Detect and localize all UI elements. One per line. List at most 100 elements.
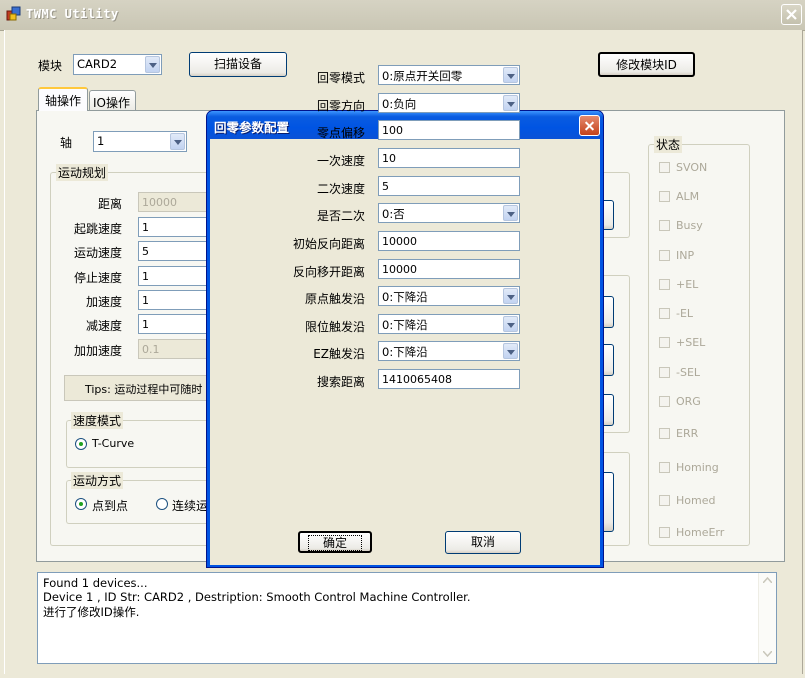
cancel-button[interactable]: 取消	[445, 531, 521, 554]
chevron-down-icon[interactable]	[503, 95, 518, 111]
chevron-down-icon[interactable]	[145, 56, 160, 73]
axis-select[interactable]: 1	[93, 131, 187, 152]
jerk-value: 0.1	[142, 343, 160, 356]
dialog-row-label: 二次速度	[316, 182, 365, 196]
log-line: Device 1 , ID Str: CARD2 , Destription: …	[43, 590, 471, 604]
dialog-row-select[interactable]: 0:下降沿	[378, 314, 520, 334]
dialog-row-select[interactable]: 0:负向	[378, 93, 520, 113]
distance-field[interactable]: 10000	[138, 192, 208, 212]
status-label: +EL	[676, 278, 699, 291]
stop-speed-field[interactable]: 1	[138, 266, 208, 286]
tips-box: Tips: 运动过程中可随时	[64, 375, 214, 401]
status-checkbox[interactable]	[659, 337, 670, 348]
module-select-value: CARD2	[77, 57, 118, 71]
log-line: 进行了修改ID操作.	[43, 605, 140, 619]
run-speed-value: 5	[142, 245, 149, 258]
dialog-row-select[interactable]: 0:原点开关回零	[378, 65, 520, 85]
scroll-up-icon[interactable]	[763, 577, 772, 583]
tips-text: Tips: 运动过程中可随时	[85, 383, 203, 396]
dialog-row-label: 零点偏移	[316, 126, 365, 140]
status-label: -SEL	[676, 366, 701, 379]
main-titlebar: TWMC Utility	[0, 0, 805, 31]
stop-speed-label: 停止速度	[73, 271, 122, 285]
deceleration-value: 1	[142, 318, 149, 331]
dialog-row-field[interactable]: 5	[378, 176, 520, 196]
dialog-row-label: 限位触发沿	[304, 320, 365, 334]
dialog-row-select[interactable]: 0:否	[378, 203, 520, 223]
dialog-row-field[interactable]: 10	[378, 148, 520, 168]
home-config-dialog: 回零参数配置 回零模式 0:原点开关回零 回零方向 0:负向 零点偏移 100 一次速度 10…	[206, 65, 604, 568]
dialog-close-button[interactable]	[579, 115, 600, 136]
dialog-row-value: 0:否	[382, 207, 405, 221]
axis-label: 轴	[60, 136, 73, 150]
status-checkbox[interactable]	[659, 462, 670, 473]
jerk-field[interactable]: 0.1	[138, 339, 208, 359]
dialog-row-field[interactable]: 10000	[378, 231, 520, 251]
status-label: Homing	[676, 461, 719, 474]
deceleration-field[interactable]: 1	[138, 314, 208, 334]
tab-axis[interactable]: 轴操作	[38, 87, 88, 111]
close-button[interactable]	[781, 4, 802, 25]
status-checkbox[interactable]	[659, 250, 670, 261]
motion-mode-title: 运动方式	[71, 472, 124, 489]
log-scrollbar[interactable]	[758, 573, 776, 663]
tab-io[interactable]: IO操作	[89, 90, 136, 110]
dialog-row-label: 回零模式	[316, 71, 365, 85]
dialog-row-value: 10	[382, 152, 396, 165]
dialog-row-field[interactable]: 1410065408	[378, 369, 520, 389]
continuous-radio[interactable]	[156, 498, 168, 510]
status-label: -EL	[676, 307, 694, 320]
dialog-row-label: 搜索距离	[316, 375, 365, 389]
status-checkbox[interactable]	[659, 191, 670, 202]
log-output[interactable]: Found 1 devices... Device 1 , ID Str: CA…	[37, 572, 777, 664]
chevron-down-icon[interactable]	[503, 67, 518, 83]
run-speed-field[interactable]: 5	[138, 241, 208, 261]
run-speed-label: 运动速度	[73, 246, 122, 260]
status-checkbox[interactable]	[659, 527, 670, 538]
dialog-row-select[interactable]: 0:下降沿	[378, 341, 520, 361]
dialog-row-field[interactable]: 100	[378, 120, 520, 140]
status-label: INP	[676, 249, 695, 262]
chevron-down-icon[interactable]	[503, 205, 518, 221]
start-speed-field[interactable]: 1	[138, 217, 208, 237]
status-label: ORG	[676, 395, 701, 408]
status-title: 状态	[654, 136, 683, 153]
deceleration-label: 减速度	[85, 319, 122, 333]
status-checkbox[interactable]	[659, 162, 670, 173]
status-checkbox[interactable]	[659, 279, 670, 290]
chevron-down-icon[interactable]	[503, 288, 518, 304]
scroll-down-icon[interactable]	[763, 651, 772, 657]
status-checkbox[interactable]	[659, 428, 670, 439]
module-label: 模块	[38, 59, 63, 73]
chevron-down-icon[interactable]	[503, 316, 518, 332]
dialog-row-field[interactable]: 10000	[378, 259, 520, 279]
chevron-down-icon[interactable]	[503, 343, 518, 359]
dialog-row-value: 5	[382, 180, 389, 193]
dialog-row-value: 10000	[382, 235, 417, 248]
dialog-row-select[interactable]: 0:下降沿	[378, 286, 520, 306]
status-checkbox[interactable]	[659, 308, 670, 319]
acceleration-field[interactable]: 1	[138, 290, 208, 310]
dialog-row-value: 0:下降沿	[382, 345, 428, 359]
status-label: SVON	[676, 161, 708, 174]
status-checkbox[interactable]	[659, 396, 670, 407]
status-checkbox[interactable]	[659, 367, 670, 378]
point-to-point-radio[interactable]	[75, 498, 87, 510]
dialog-row-value: 0:原点开关回零	[382, 69, 463, 83]
axis-select-value: 1	[97, 134, 105, 148]
tab-axis-label: 轴操作	[45, 94, 82, 108]
dialog-row-label: 原点触发沿	[304, 292, 365, 306]
ok-button-label: 确定	[307, 535, 362, 551]
dialog-row-label: 初始反向距离	[292, 237, 365, 251]
chevron-down-icon[interactable]	[170, 133, 185, 150]
dialog-row-label: 回零方向	[316, 99, 365, 113]
t-curve-radio[interactable]	[75, 438, 87, 450]
dialog-row-label: 一次速度	[316, 154, 365, 168]
continuous-label: 连续运	[172, 499, 209, 513]
dialog-row-value: 10000	[382, 263, 417, 276]
ok-button[interactable]: 确定	[298, 531, 372, 553]
module-select[interactable]: CARD2	[73, 54, 162, 75]
status-checkbox[interactable]	[659, 220, 670, 231]
modify-module-id-button[interactable]: 修改模块ID	[598, 52, 695, 77]
status-checkbox[interactable]	[659, 495, 670, 506]
